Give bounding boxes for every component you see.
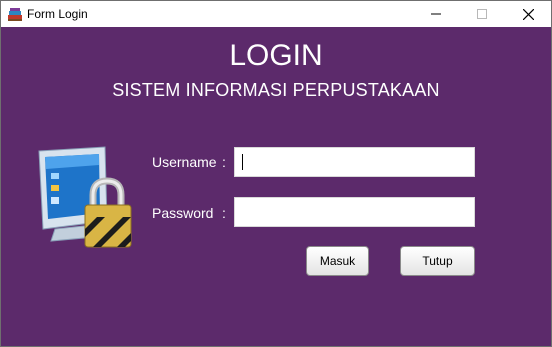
password-label: Password	[152, 205, 214, 221]
window-title: Form Login	[27, 7, 88, 21]
password-colon: :	[222, 205, 226, 221]
login-window: Form Login LOGIN SISTEM INFORMASI PERPUS…	[0, 0, 552, 347]
page-title: LOGIN	[229, 39, 323, 72]
username-input[interactable]	[234, 147, 475, 177]
minimize-icon	[431, 13, 441, 15]
close-window-button[interactable]	[505, 1, 551, 27]
login-button[interactable]: Masuk	[306, 246, 369, 276]
computer-lock-icon	[35, 145, 137, 255]
username-colon: :	[222, 154, 226, 170]
login-panel: LOGIN SISTEM INFORMASI PERPUSTAKAAN User…	[1, 27, 551, 346]
text-cursor	[242, 154, 243, 170]
username-label: Username	[152, 154, 217, 170]
maximize-icon	[477, 9, 487, 19]
books-icon	[7, 6, 23, 22]
close-icon	[522, 8, 534, 20]
minimize-button[interactable]	[413, 1, 459, 27]
page-subtitle: SISTEM INFORMASI PERPUSTAKAAN	[112, 80, 440, 100]
maximize-button[interactable]	[459, 1, 505, 27]
title-bar[interactable]: Form Login	[1, 1, 551, 27]
close-button[interactable]: Tutup	[400, 246, 475, 276]
password-input[interactable]	[234, 197, 475, 227]
